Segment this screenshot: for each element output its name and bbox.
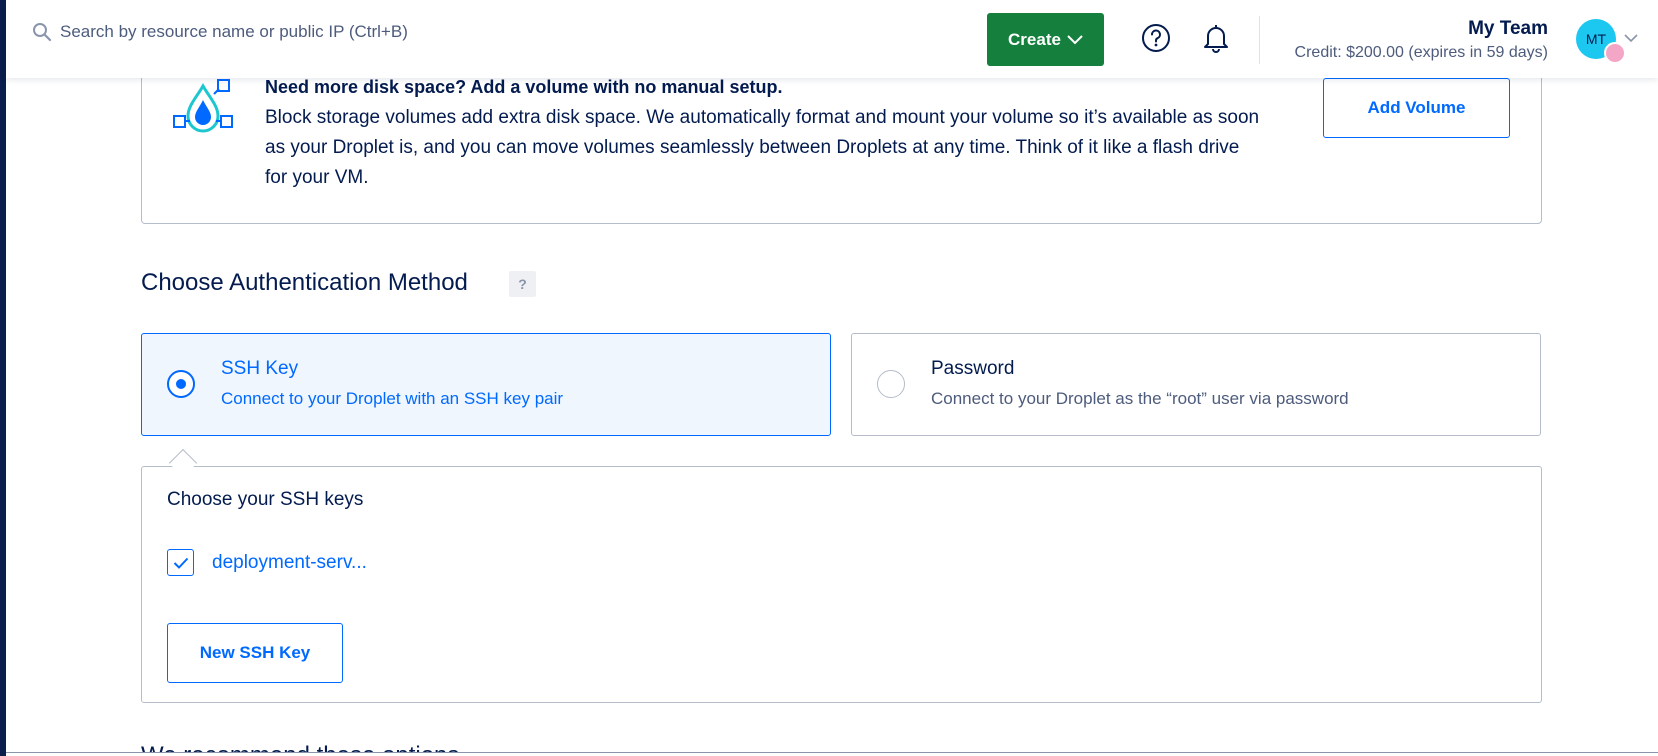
bell-icon[interactable] xyxy=(1201,22,1231,54)
password-option-title: Password xyxy=(931,358,1015,379)
chevron-down-icon xyxy=(1067,34,1083,44)
new-ssh-key-button[interactable]: New SSH Key xyxy=(167,623,343,683)
search-icon xyxy=(33,23,52,42)
ssh-key-option-title: SSH Key xyxy=(221,358,299,379)
promo-description: Block storage volumes add extra disk spa… xyxy=(265,107,1260,188)
avatar-initials: MT xyxy=(1585,31,1607,47)
header-divider xyxy=(1259,16,1260,64)
search-input[interactable] xyxy=(60,22,480,42)
password-radio[interactable] xyxy=(877,370,905,398)
ssh-key-option-description: Connect to your Droplet with an SSH key … xyxy=(221,389,564,408)
ssh-key-label[interactable]: deployment-serv... xyxy=(212,552,367,574)
avatar-badge-icon xyxy=(1604,42,1626,64)
search-box[interactable] xyxy=(32,22,480,42)
ssh-key-radio[interactable] xyxy=(167,370,195,398)
top-bar: Create My Team Credit: $200.00 (expires … xyxy=(6,0,1658,78)
create-button-label: Create xyxy=(1008,29,1061,49)
left-rail xyxy=(0,0,6,756)
team-info[interactable]: My Team Credit: $200.00 (expires in 59 d… xyxy=(1295,18,1548,62)
auth-option-ssh-key[interactable]: SSH Key Connect to your Droplet with an … xyxy=(141,333,831,436)
create-button[interactable]: Create xyxy=(987,13,1104,66)
promo-title: Need more disk space? Add a volume with … xyxy=(265,77,783,97)
password-option-description: Connect to your Droplet as the “root” us… xyxy=(931,389,1349,408)
add-volume-button[interactable]: Add Volume xyxy=(1323,78,1510,138)
volume-droplet-icon xyxy=(173,79,233,133)
auth-section-title: Choose Authentication Method xyxy=(141,269,468,296)
auth-help-button[interactable]: ? xyxy=(509,271,536,297)
team-credit: Credit: $200.00 (expires in 59 days) xyxy=(1294,44,1548,61)
auth-option-password[interactable]: Password Connect to your Droplet as the … xyxy=(851,333,1541,436)
checkmark-icon xyxy=(173,557,188,569)
chevron-down-icon[interactable] xyxy=(1624,33,1638,43)
ssh-keys-title: Choose your SSH keys xyxy=(167,489,364,510)
ssh-key-checkbox[interactable] xyxy=(167,549,194,576)
help-icon[interactable] xyxy=(1141,23,1171,53)
team-name: My Team xyxy=(1468,18,1548,39)
ssh-keys-panel: Choose your SSH keys deployment-serv... … xyxy=(141,466,1542,703)
